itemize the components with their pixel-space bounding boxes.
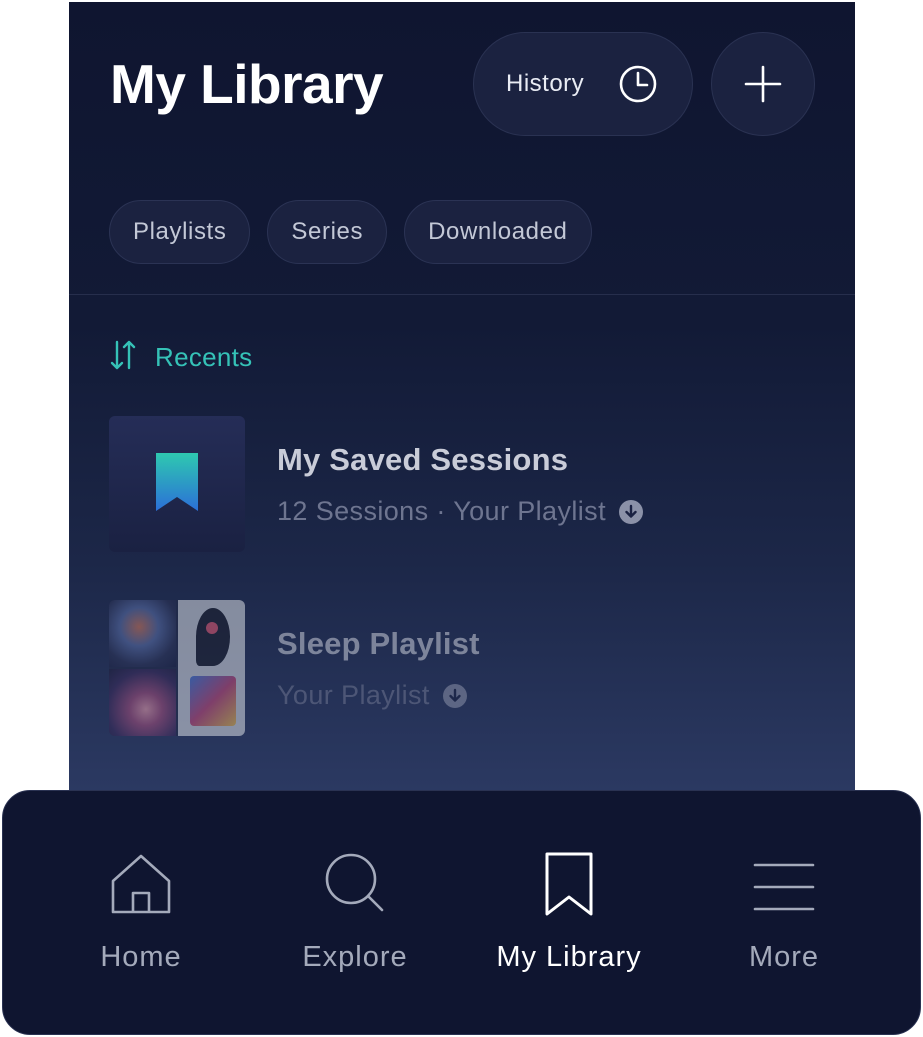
downloaded-icon <box>618 499 644 525</box>
tab-label: Explore <box>302 941 408 973</box>
artwork-tile <box>178 600 245 736</box>
history-label: History <box>506 70 585 97</box>
library-screen: My Library History Playlists Series Down… <box>69 2 855 802</box>
bookmark-icon <box>156 452 198 516</box>
list-item[interactable]: My Saved Sessions 12 Sessions · Your Pla… <box>109 416 809 552</box>
tab-label: More <box>748 941 820 973</box>
chip-downloaded[interactable]: Downloaded <box>404 200 592 264</box>
sleep-playlist-thumbnail <box>109 600 245 736</box>
plus-icon <box>743 64 783 104</box>
tab-explore[interactable]: Explore <box>255 851 455 981</box>
artwork-tile <box>109 600 176 667</box>
item-title: My Saved Sessions <box>277 442 569 477</box>
tab-home[interactable]: Home <box>41 851 241 981</box>
downloaded-icon <box>442 683 468 709</box>
tab-label: Home <box>100 941 182 973</box>
page-title: My Library <box>110 53 384 115</box>
item-subtitle: Your Playlist <box>277 680 468 711</box>
list-item[interactable]: Sleep Playlist Your Playlist <box>109 600 809 736</box>
search-icon <box>255 851 455 923</box>
bookmark-icon <box>469 851 669 923</box>
clock-icon <box>618 64 658 104</box>
bottom-tab-bar: Home Explore My Library More <box>2 790 921 1035</box>
tab-more[interactable]: More <box>684 851 884 981</box>
tab-my-library[interactable]: My Library <box>469 851 669 981</box>
tab-label: My Library <box>496 941 642 973</box>
home-icon <box>41 851 241 923</box>
menu-icon <box>684 851 884 923</box>
artwork-tile <box>109 669 176 736</box>
header-divider <box>69 294 855 295</box>
item-title: Sleep Playlist <box>277 626 480 661</box>
sort-control[interactable]: Recents <box>109 338 252 377</box>
add-button[interactable] <box>711 32 815 136</box>
history-button[interactable]: History <box>473 32 693 136</box>
item-subtitle-text: Your Playlist <box>277 680 430 710</box>
chip-playlists[interactable]: Playlists <box>109 200 251 264</box>
sort-label: Recents <box>155 342 253 372</box>
item-subtitle-text: 12 Sessions · Your Playlist <box>277 496 606 526</box>
item-subtitle: 12 Sessions · Your Playlist <box>277 496 644 527</box>
chip-series[interactable]: Series <box>267 200 388 264</box>
filter-chips: Playlists Series Downloaded <box>109 200 592 264</box>
sort-arrows-icon <box>109 338 137 377</box>
saved-sessions-thumbnail <box>109 416 245 552</box>
